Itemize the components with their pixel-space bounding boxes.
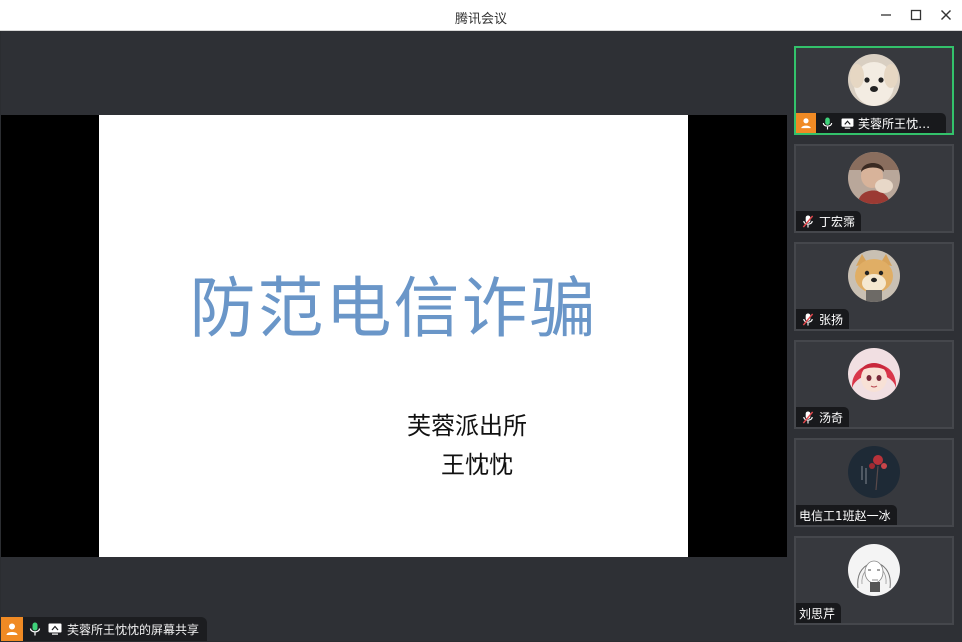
screen-share-status bbox=[839, 115, 855, 131]
mic-status bbox=[800, 213, 816, 229]
share-label-text: 芙蓉所王忱忱的屏幕共享 bbox=[67, 622, 200, 637]
mic-muted-icon bbox=[802, 410, 814, 424]
participant-name-tag: 张扬 bbox=[796, 309, 850, 329]
minimize-button[interactable] bbox=[874, 4, 898, 26]
host-badge bbox=[1, 617, 23, 641]
mic-status bbox=[820, 115, 836, 131]
participant-tile[interactable]: 丁宏霈 bbox=[794, 144, 954, 233]
slide-title: 防范电信诈骗 bbox=[189, 270, 598, 347]
mic-icon bbox=[29, 622, 41, 636]
participant-tile[interactable]: 电信工1班赵一冰 bbox=[794, 438, 954, 527]
participant-name: 电信工1班赵一冰 bbox=[799, 508, 891, 523]
slide-subtitle-org: 芙蓉派出所 bbox=[407, 412, 527, 440]
main-stage: 防范电信诈骗 芙蓉派出所 王忱忱 芙蓉所王忱忱的屏幕共享 bbox=[1, 31, 787, 641]
person-photo-avatar bbox=[848, 152, 900, 204]
participant-tile[interactable]: 张扬 bbox=[794, 242, 954, 331]
mic-status[interactable] bbox=[27, 621, 43, 637]
screen-share-icon bbox=[48, 623, 62, 635]
host-badge bbox=[796, 113, 816, 133]
close-button[interactable] bbox=[934, 4, 958, 26]
participant-name: 张扬 bbox=[819, 312, 844, 327]
dog-white-avatar bbox=[848, 54, 900, 106]
participant-name: 汤奇 bbox=[819, 410, 844, 425]
anime-girl-avatar bbox=[848, 348, 900, 400]
participant-name-tag: 丁宏霈 bbox=[796, 211, 862, 231]
participant-tile[interactable]: 刘思芹 bbox=[794, 536, 954, 625]
minimize-icon bbox=[881, 14, 891, 16]
mic-status bbox=[800, 409, 816, 425]
shiba-dog-avatar bbox=[848, 250, 900, 302]
participant-name-tag: 电信工1班赵一冰 bbox=[796, 505, 897, 525]
close-icon bbox=[941, 10, 951, 20]
participant-name: 芙蓉所王忱忱... bbox=[858, 116, 940, 131]
mic-muted-icon bbox=[802, 312, 814, 326]
presentation-slide: 防范电信诈骗 芙蓉派出所 王忱忱 bbox=[99, 115, 688, 557]
participant-name-tag: 刘思芹 bbox=[796, 603, 842, 623]
user-icon bbox=[6, 623, 18, 635]
screen-share-icon bbox=[841, 117, 854, 129]
window-title: 腾讯会议 bbox=[454, 12, 507, 27]
user-icon bbox=[801, 118, 811, 129]
title-bar: 腾讯会议 bbox=[0, 0, 962, 31]
participant-gallery: 芙蓉所王忱忱... 丁宏霈 张扬 汤奇 电信工1班赵一冰 刘思芹 bbox=[787, 31, 962, 642]
sketch-girl-avatar bbox=[848, 544, 900, 596]
participant-name: 丁宏霈 bbox=[819, 214, 856, 229]
mic-status bbox=[800, 311, 816, 327]
screen-share-label: 芙蓉所王忱忱的屏幕共享 bbox=[1, 617, 208, 641]
participant-tile[interactable]: 汤奇 bbox=[794, 340, 954, 429]
screen-share-view[interactable]: 防范电信诈骗 芙蓉派出所 王忱忱 bbox=[1, 115, 787, 557]
mic-icon bbox=[822, 117, 833, 129]
slide-subtitle-name: 王忱忱 bbox=[441, 451, 513, 479]
dark-art-avatar bbox=[848, 446, 900, 498]
participant-tile[interactable]: 芙蓉所王忱忱... bbox=[794, 46, 954, 135]
maximize-button[interactable] bbox=[904, 4, 928, 26]
participant-name-tag: 汤奇 bbox=[796, 407, 850, 427]
maximize-icon bbox=[910, 9, 922, 21]
participant-name: 刘思芹 bbox=[799, 606, 836, 621]
participant-name-tag: 芙蓉所王忱忱... bbox=[796, 113, 946, 133]
screen-share-status bbox=[47, 621, 63, 637]
mic-muted-icon bbox=[802, 214, 814, 228]
